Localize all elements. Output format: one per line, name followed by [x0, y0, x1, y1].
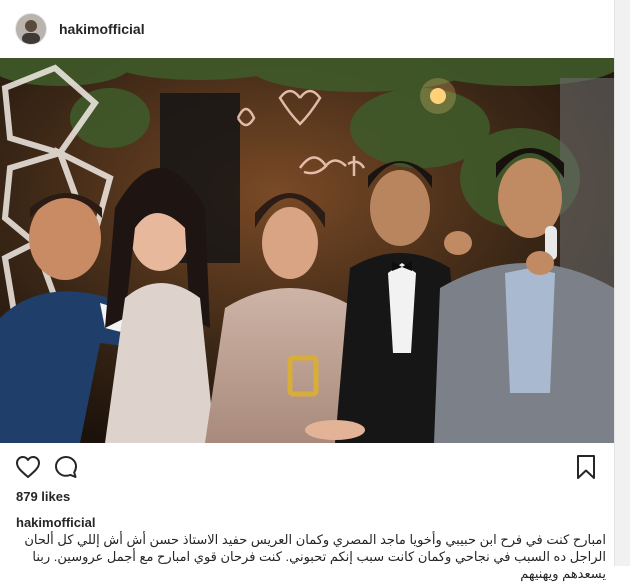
- caption-username[interactable]: hakimofficial: [16, 515, 95, 530]
- comment-bubble-icon[interactable]: [52, 453, 80, 481]
- avatar-image: [16, 14, 46, 44]
- page-scrollbar[interactable]: [614, 0, 630, 566]
- caption-text: امبارح كنت في فرح ابن حبيبي وأخويا ماجد …: [24, 532, 606, 581]
- party-photo-illustration: [0, 58, 614, 443]
- post-caption: hakimofficial امبارح كنت في فرح ابن حبيب…: [16, 514, 606, 582]
- post-card: hakimofficial 879 likes hakimofficial ام…: [0, 0, 615, 581]
- profile-avatar[interactable]: [15, 13, 47, 45]
- post-actions-bar: [0, 453, 614, 483]
- heart-icon[interactable]: [14, 453, 42, 481]
- post-photo[interactable]: [0, 58, 614, 443]
- post-header: hakimofficial: [0, 0, 614, 58]
- username-link[interactable]: hakimofficial: [59, 21, 145, 37]
- likes-count[interactable]: 879 likes: [16, 489, 70, 504]
- bookmark-icon[interactable]: [572, 453, 600, 481]
